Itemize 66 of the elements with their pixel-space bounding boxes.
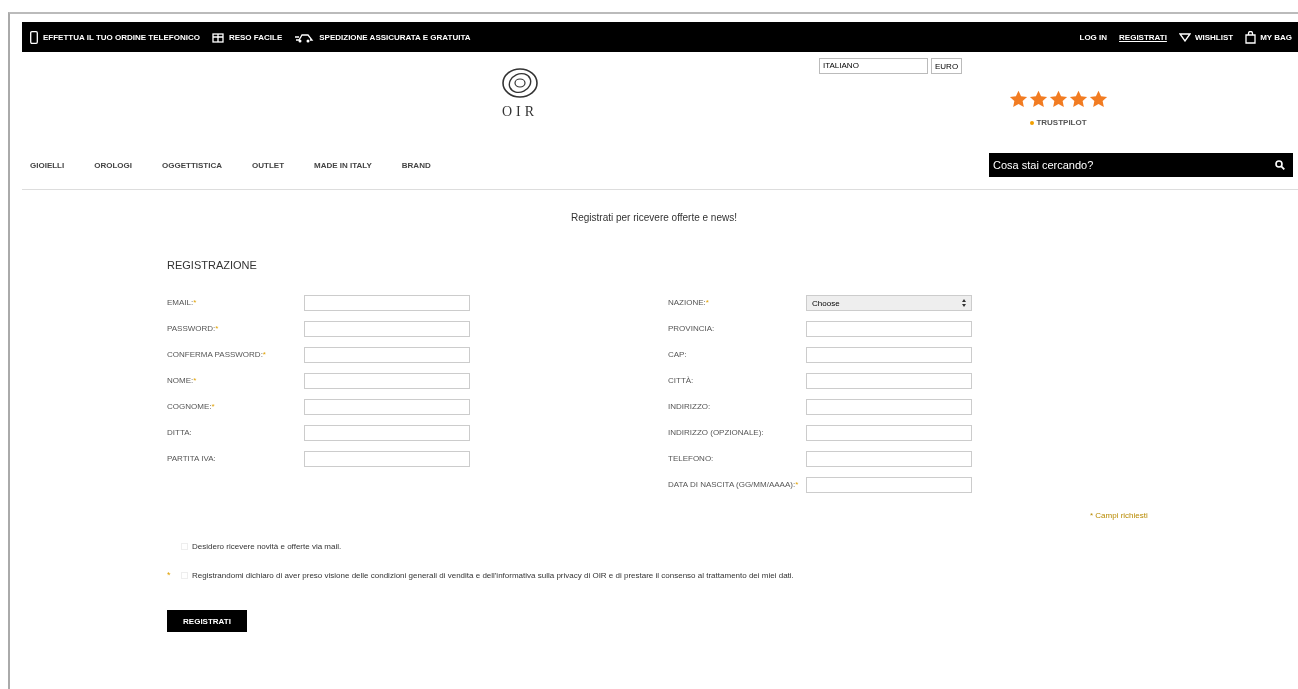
field-label: DITTA: — [167, 427, 193, 439]
page-subtitle: Registrati per ricevere offerte e news! — [570, 212, 738, 223]
nav-link[interactable]: OUTLET — [252, 160, 284, 170]
promo-text: SPEDIZIONE ASSICURATA E GRATUITA — [319, 32, 471, 42]
nav-link[interactable]: GIOIELLI — [30, 160, 65, 170]
phone-icon — [30, 30, 38, 44]
field-label: CONFERMA PASSWORD:* — [167, 349, 267, 361]
star-icon — [1009, 90, 1028, 108]
field-label: DATA DI NASCITA (GG/MM/AAAA):* — [668, 479, 800, 491]
input-field[interactable] — [304, 425, 470, 441]
checkbox-label: Registrandomi dichiaro di aver preso visione delle condizioni generali di vendita e dell'informativa sulla privacy di OIR e di prestare il consenso al trattamento dei miei dati. — [192, 570, 794, 580]
field-label: TELEFONO: — [668, 453, 715, 465]
header-link[interactable]: LOG IN — [1079, 32, 1108, 42]
header-link[interactable]: REGISTRATI — [1119, 32, 1167, 42]
search-icon — [1275, 160, 1285, 170]
nav-link[interactable]: MADE IN ITALY — [314, 160, 372, 170]
input-field[interactable] — [304, 321, 470, 337]
promo-text: EFFETTUA IL TUO ORDINE TELEFONICO — [43, 32, 200, 42]
nav-link[interactable]: OGGETTISTICA — [162, 160, 222, 170]
logo-icon — [501, 66, 539, 100]
gift-icon — [211, 31, 224, 43]
register-button[interactable]: REGISTRATI — [167, 610, 247, 632]
field-label: CITTÀ: — [668, 375, 695, 387]
currency-button[interactable]: EURO — [931, 58, 963, 74]
truck-icon — [294, 31, 315, 43]
field-label: INDIRIZZO (OPZIONALE): — [668, 427, 765, 439]
bag-icon — [1245, 30, 1257, 44]
country-select[interactable]: Choose — [806, 295, 972, 311]
star-icon — [1029, 90, 1048, 108]
star-icon — [1069, 90, 1088, 108]
form-title: REGISTRAZIONE — [167, 259, 258, 271]
field-label: INDIRIZZO: — [668, 401, 712, 413]
checkbox-label: Desidero ricevere novità e offerte via mail. — [192, 542, 342, 551]
input-field[interactable] — [806, 425, 972, 441]
promo-text: RESO FACILE — [228, 32, 283, 42]
input-field[interactable] — [806, 347, 972, 363]
field-label: PROVINCIA: — [668, 323, 716, 335]
input-field[interactable] — [304, 373, 470, 389]
language-select[interactable]: ITALIANO — [819, 58, 928, 74]
input-field[interactable] — [806, 477, 972, 493]
header-link[interactable]: MY BAG — [1245, 30, 1292, 44]
input-field[interactable] — [806, 373, 972, 389]
field-label: PASSWORD:* — [167, 323, 220, 335]
field-label: COGNOME:* — [167, 401, 216, 413]
input-field[interactable] — [806, 399, 972, 415]
nav-link[interactable]: BRAND — [401, 160, 431, 170]
field-label: NOME:* — [167, 375, 198, 387]
input-field[interactable] — [304, 347, 470, 363]
input-field[interactable] — [304, 295, 470, 311]
field-label: NAZIONE:* — [668, 297, 710, 309]
field-label: EMAIL:* — [167, 297, 198, 309]
field-label: CAP: — [668, 349, 688, 361]
star-icon — [1049, 90, 1068, 108]
input-field[interactable] — [806, 451, 972, 467]
updown-icon — [962, 299, 966, 307]
star-icon — [1089, 90, 1108, 108]
logo-text: OIR — [501, 104, 539, 120]
input-field[interactable] — [806, 321, 972, 337]
required-note: * Campi richiesti — [1089, 511, 1149, 520]
required-mark: * — [167, 570, 171, 580]
field-label: PARTITA IVA: — [167, 453, 217, 465]
header-link[interactable]: WISHLIST — [1178, 32, 1234, 42]
input-field[interactable] — [304, 451, 470, 467]
input-field[interactable] — [304, 399, 470, 415]
rating-source: TRUSTPILOT — [1030, 118, 1087, 127]
nav-link[interactable]: OROLOGI — [94, 160, 132, 170]
